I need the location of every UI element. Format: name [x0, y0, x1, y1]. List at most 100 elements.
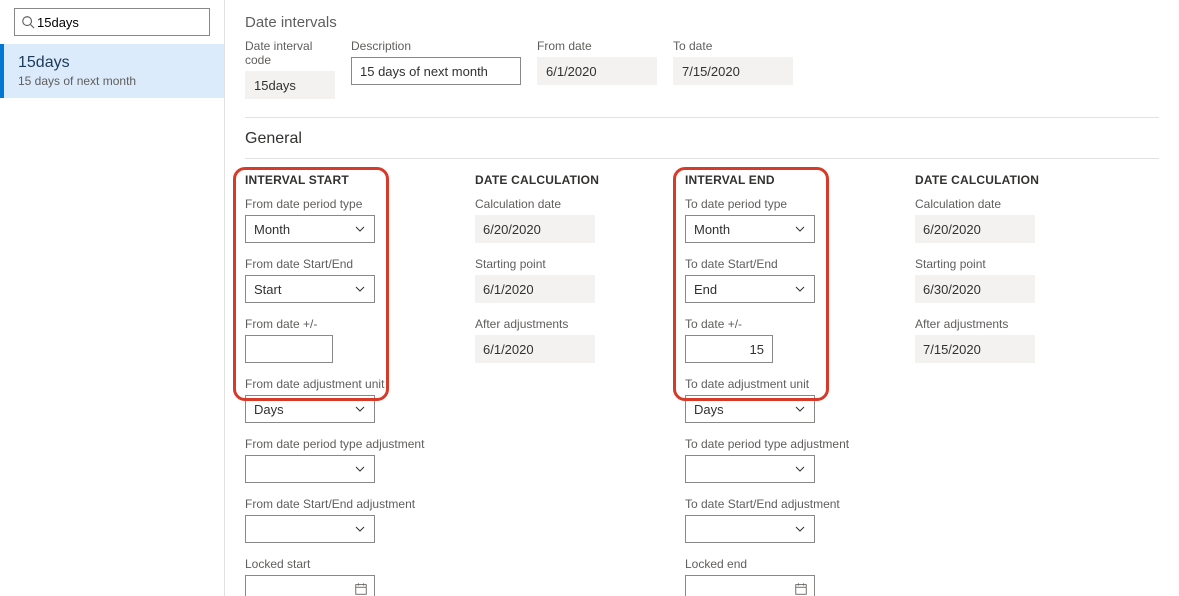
- field-to-startend: To date Start/End End: [685, 257, 875, 303]
- field-from-ptype-adj: From date period type adjustment: [245, 437, 435, 483]
- chevron-down-icon: [794, 283, 806, 295]
- field-to-ptype-adj: To date period type adjustment: [685, 437, 875, 483]
- to-startend-adj-dropdown[interactable]: [685, 515, 815, 543]
- chevron-down-icon: [794, 403, 806, 415]
- calendar-button[interactable]: [786, 576, 814, 596]
- chevron-down-icon: [794, 223, 806, 235]
- field-calc1-starting: Starting point 6/1/2020: [475, 257, 645, 303]
- sidebar-item-subtitle: 15 days of next month: [18, 74, 210, 88]
- field-from-startend-adj: From date Start/End adjustment: [245, 497, 435, 543]
- section-general[interactable]: General: [245, 117, 1159, 159]
- calc1-starting-label: Starting point: [475, 257, 645, 271]
- from-plusminus-input[interactable]: [245, 335, 333, 363]
- locked-end-input[interactable]: [685, 575, 815, 596]
- field-from-adjunit: From date adjustment unit Days: [245, 377, 435, 423]
- to-adjunit-label: To date adjustment unit: [685, 377, 875, 391]
- search-input[interactable]: [35, 14, 215, 31]
- to-plusminus-input[interactable]: 15: [685, 335, 773, 363]
- field-locked-end: Locked end: [685, 557, 875, 596]
- from-startend-adj-label: From date Start/End adjustment: [245, 497, 435, 511]
- field-to-startend-adj: To date Start/End adjustment: [685, 497, 875, 543]
- calc1-date-label: Calculation date: [475, 197, 645, 211]
- field-from-period-type: From date period type Month: [245, 197, 435, 243]
- calc2-date-label: Calculation date: [915, 197, 1085, 211]
- calc2-date-value: 6/20/2020: [915, 215, 1035, 243]
- field-calc1-after: After adjustments 6/1/2020: [475, 317, 645, 363]
- sidebar-item-title: 15days: [18, 54, 210, 72]
- to-adjunit-value: Days: [694, 402, 724, 417]
- to-startend-value: End: [694, 282, 717, 297]
- locked-start-label: Locked start: [245, 557, 435, 571]
- calendar-button[interactable]: [346, 576, 374, 596]
- col-calc-2: DATE CALCULATION Calculation date 6/20/2…: [915, 173, 1085, 596]
- chevron-down-icon: [354, 283, 366, 295]
- content-area: Date intervals Date interval code 15days…: [225, 0, 1179, 596]
- col-calc-1: DATE CALCULATION Calculation date 6/20/2…: [475, 173, 645, 596]
- calendar-icon: [354, 582, 368, 596]
- to-period-type-dropdown[interactable]: Month: [685, 215, 815, 243]
- chevron-down-icon: [794, 463, 806, 475]
- heading-interval-end: INTERVAL END: [685, 173, 875, 187]
- from-ptype-adj-label: From date period type adjustment: [245, 437, 435, 451]
- header-desc-value[interactable]: 15 days of next month: [351, 57, 521, 85]
- calc2-after-label: After adjustments: [915, 317, 1085, 331]
- to-period-type-value: Month: [694, 222, 730, 237]
- from-adjunit-dropdown[interactable]: Days: [245, 395, 375, 423]
- from-period-type-dropdown[interactable]: Month: [245, 215, 375, 243]
- to-adjunit-dropdown[interactable]: Days: [685, 395, 815, 423]
- chevron-down-icon: [354, 403, 366, 415]
- header-code-value[interactable]: 15days: [245, 71, 335, 99]
- col-interval-start: INTERVAL START From date period type Mon…: [245, 173, 435, 596]
- to-startend-dropdown[interactable]: End: [685, 275, 815, 303]
- heading-interval-start: INTERVAL START: [245, 173, 435, 187]
- header-from: From date 6/1/2020: [537, 39, 657, 99]
- chevron-down-icon: [354, 463, 366, 475]
- header-from-value[interactable]: 6/1/2020: [537, 57, 657, 85]
- general-grid: INTERVAL START From date period type Mon…: [245, 159, 1159, 596]
- to-ptype-adj-dropdown[interactable]: [685, 455, 815, 483]
- field-to-plusminus: To date +/- 15: [685, 317, 875, 363]
- from-ptype-adj-dropdown[interactable]: [245, 455, 375, 483]
- field-from-startend: From date Start/End Start: [245, 257, 435, 303]
- locked-start-input[interactable]: [245, 575, 375, 596]
- calc1-after-label: After adjustments: [475, 317, 645, 331]
- header-code: Date interval code 15days: [245, 39, 335, 99]
- to-ptype-adj-label: To date period type adjustment: [685, 437, 875, 451]
- heading-date-calc-1: DATE CALCULATION: [475, 173, 645, 187]
- from-startend-adj-dropdown[interactable]: [245, 515, 375, 543]
- to-period-type-label: To date period type: [685, 197, 875, 211]
- from-startend-dropdown[interactable]: Start: [245, 275, 375, 303]
- page-title: Date intervals: [245, 14, 1159, 31]
- calendar-icon: [794, 582, 808, 596]
- field-to-period-type: To date period type Month: [685, 197, 875, 243]
- sidebar-item-selected[interactable]: 15days 15 days of next month: [0, 44, 224, 98]
- from-period-type-value: Month: [254, 222, 290, 237]
- header-to-label: To date: [673, 39, 793, 53]
- field-locked-start: Locked start: [245, 557, 435, 596]
- field-calc2-after: After adjustments 7/15/2020: [915, 317, 1085, 363]
- app-root: 15days 15 days of next month Date interv…: [0, 0, 1179, 596]
- calc1-after-value: 6/1/2020: [475, 335, 595, 363]
- search-wrap: [0, 0, 224, 44]
- field-from-plusminus: From date +/-: [245, 317, 435, 363]
- header-desc: Description 15 days of next month: [351, 39, 521, 99]
- header-desc-label: Description: [351, 39, 521, 53]
- heading-date-calc-2: DATE CALCULATION: [915, 173, 1085, 187]
- from-period-type-label: From date period type: [245, 197, 435, 211]
- field-calc2-starting: Starting point 6/30/2020: [915, 257, 1085, 303]
- from-plusminus-label: From date +/-: [245, 317, 435, 331]
- calc2-starting-value: 6/30/2020: [915, 275, 1035, 303]
- to-startend-label: To date Start/End: [685, 257, 875, 271]
- header-to-value[interactable]: 7/15/2020: [673, 57, 793, 85]
- col-interval-end: INTERVAL END To date period type Month T…: [685, 173, 875, 596]
- chevron-down-icon: [794, 523, 806, 535]
- field-calc1-date: Calculation date 6/20/2020: [475, 197, 645, 243]
- search-icon: [21, 15, 35, 29]
- from-adjunit-value: Days: [254, 402, 284, 417]
- calc1-starting-value: 6/1/2020: [475, 275, 595, 303]
- chevron-down-icon: [354, 523, 366, 535]
- from-startend-label: From date Start/End: [245, 257, 435, 271]
- calc2-starting-label: Starting point: [915, 257, 1085, 271]
- search-box[interactable]: [14, 8, 210, 36]
- calc1-date-value: 6/20/2020: [475, 215, 595, 243]
